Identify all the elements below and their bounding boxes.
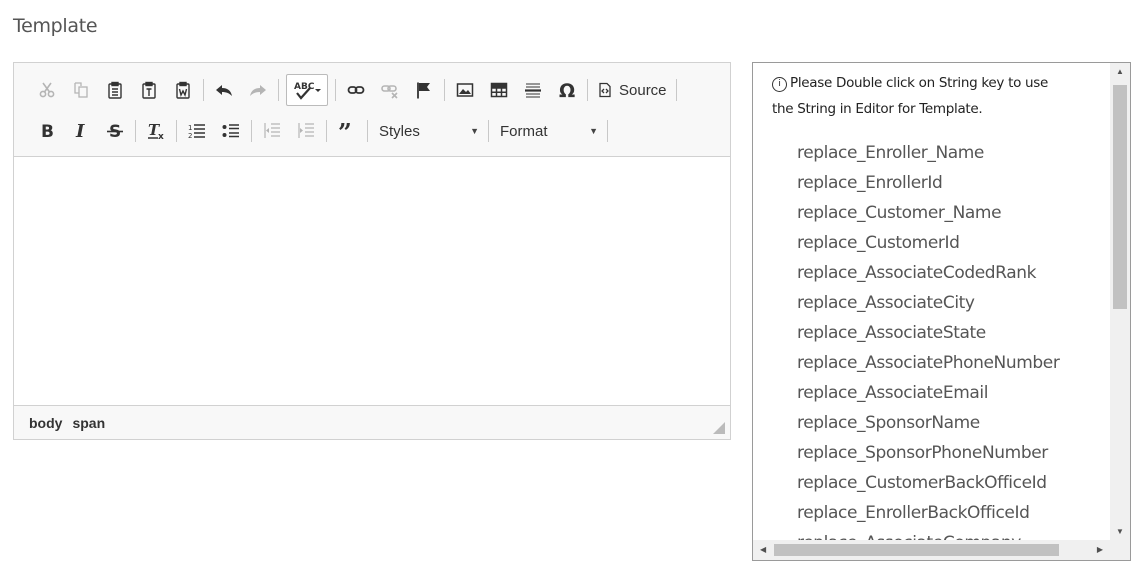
paste-from-word-icon[interactable]: [170, 77, 196, 103]
string-key-item[interactable]: replace_CustomerId: [797, 228, 1059, 258]
string-key-item[interactable]: replace_AssociateCity: [797, 288, 1059, 318]
element-path-span[interactable]: span: [72, 415, 105, 431]
svg-text:1: 1: [188, 124, 192, 132]
string-key-item[interactable]: replace_CustomerBackOfficeId: [797, 468, 1059, 498]
anchor-flag-icon[interactable]: [411, 77, 437, 103]
remove-format-icon[interactable]: Tx: [143, 118, 169, 144]
cut-icon[interactable]: [34, 77, 60, 103]
horizontal-scrollbar-thumb[interactable]: [774, 544, 1059, 556]
string-key-item[interactable]: replace_AssociateCodedRank: [797, 258, 1059, 288]
string-key-item[interactable]: replace_AssociateEmail: [797, 378, 1059, 408]
string-key-item[interactable]: replace_AssociatePhoneNumber: [797, 348, 1060, 378]
svg-text:I: I: [75, 122, 85, 140]
toolbar-separator: [488, 120, 489, 142]
redo-icon[interactable]: [245, 77, 271, 103]
string-key-item[interactable]: replace_SponsorPhoneNumber: [797, 438, 1059, 468]
increase-indent-icon[interactable]: [293, 118, 319, 144]
format-dropdown[interactable]: Format ▼: [492, 118, 604, 144]
string-key-item[interactable]: replace_Customer_Name: [797, 198, 1059, 228]
info-icon: i: [772, 77, 787, 92]
toolbar-separator: [587, 79, 588, 101]
copy-icon[interactable]: [68, 77, 94, 103]
scroll-up-arrow-icon[interactable]: ▲: [1116, 67, 1124, 76]
toolbar-row-1: ABC Ω Source: [30, 73, 680, 107]
scroll-right-arrow-icon[interactable]: ▶: [1097, 545, 1103, 554]
toolbar-separator: [278, 79, 279, 101]
toolbar-separator: [203, 79, 204, 101]
chevron-down-icon: ▼: [589, 126, 598, 136]
rich-text-editor: ABC Ω Source B I S T x 1 2 ” Styles ▼ Fo…: [13, 62, 731, 440]
scroll-left-arrow-icon[interactable]: ◀: [760, 545, 766, 554]
toolbar-separator: [367, 120, 368, 142]
resize-grip-icon[interactable]: [713, 422, 725, 434]
spellcheck-icon[interactable]: ABC: [286, 74, 328, 106]
italic-icon[interactable]: I: [68, 118, 94, 144]
svg-text:2: 2: [188, 132, 192, 140]
toolbar-separator: [607, 120, 608, 142]
string-key-item[interactable]: replace_Enroller_Name: [797, 138, 1059, 168]
vertical-scrollbar[interactable]: ▲ ▼: [1110, 63, 1130, 540]
string-key-item[interactable]: replace_SponsorName: [797, 408, 1059, 438]
strikethrough-icon[interactable]: S: [102, 118, 128, 144]
decrease-indent-icon[interactable]: [259, 118, 285, 144]
toolbar-separator: [444, 79, 445, 101]
string-keys-panel: i Please Double click on String key to us…: [752, 62, 1131, 561]
page-title: Template: [13, 15, 98, 37]
instruction-label: Please Double click on String key to use…: [772, 75, 1049, 117]
scroll-down-arrow-icon[interactable]: ▼: [1116, 527, 1124, 536]
vertical-scrollbar-thumb[interactable]: [1113, 85, 1127, 309]
blockquote-icon[interactable]: ”: [334, 118, 360, 144]
paste-icon[interactable]: [102, 77, 128, 103]
styles-dropdown-label: Styles: [379, 122, 420, 140]
toolbar-separator: [176, 120, 177, 142]
toolbar-separator: [251, 120, 252, 142]
element-path-body[interactable]: body: [29, 415, 62, 431]
string-key-list: replace_Enroller_Name replace_EnrollerId…: [797, 138, 1060, 540]
styles-dropdown[interactable]: Styles ▼: [371, 118, 485, 144]
svg-text:Ω: Ω: [559, 81, 575, 99]
chevron-down-icon: ▼: [470, 126, 479, 136]
paste-text-icon[interactable]: [136, 77, 162, 103]
numbered-list-icon[interactable]: 12: [184, 118, 210, 144]
string-keys-content: i Please Double click on String key to us…: [753, 63, 1108, 540]
svg-text:x: x: [158, 132, 164, 140]
svg-text:ABC: ABC: [294, 82, 315, 92]
toolbar-row-2: B I S Tx 12 ” Styles ▼ Format ▼: [30, 114, 611, 148]
special-character-icon[interactable]: Ω: [554, 77, 580, 103]
table-icon[interactable]: [486, 77, 512, 103]
source-icon: [599, 82, 611, 98]
string-key-item[interactable]: replace_AssociateCompany: [797, 528, 1059, 540]
toolbar-separator: [135, 120, 136, 142]
horizontal-scrollbar[interactable]: ◀ ▶: [753, 540, 1110, 560]
element-path-bar: body span: [14, 405, 730, 439]
instruction-text: i Please Double click on String key to us…: [772, 70, 1072, 122]
image-icon[interactable]: [452, 77, 478, 103]
toolbar-separator: [675, 79, 677, 101]
unlink-icon[interactable]: [377, 77, 403, 103]
string-key-item[interactable]: replace_EnrollerId: [797, 168, 1059, 198]
svg-text:B: B: [41, 122, 54, 140]
source-button-label: Source: [619, 81, 667, 99]
string-key-item[interactable]: replace_AssociateState: [797, 318, 1059, 348]
svg-text:”: ”: [338, 122, 352, 140]
horizontal-line-icon[interactable]: [520, 77, 546, 103]
editor-content-area[interactable]: [14, 157, 730, 405]
string-key-item[interactable]: replace_EnrollerBackOfficeId: [797, 498, 1059, 528]
undo-icon[interactable]: [211, 77, 237, 103]
editor-toolbar: ABC Ω Source B I S T x 1 2 ” Styles ▼ Fo…: [14, 63, 730, 157]
scrollbar-corner: [1110, 540, 1130, 560]
source-button[interactable]: Source: [597, 82, 667, 99]
bold-icon[interactable]: B: [34, 118, 60, 144]
bulleted-list-icon[interactable]: [218, 118, 244, 144]
toolbar-separator: [335, 79, 336, 101]
format-dropdown-label: Format: [500, 122, 548, 140]
toolbar-separator: [326, 120, 327, 142]
link-icon[interactable]: [343, 77, 369, 103]
